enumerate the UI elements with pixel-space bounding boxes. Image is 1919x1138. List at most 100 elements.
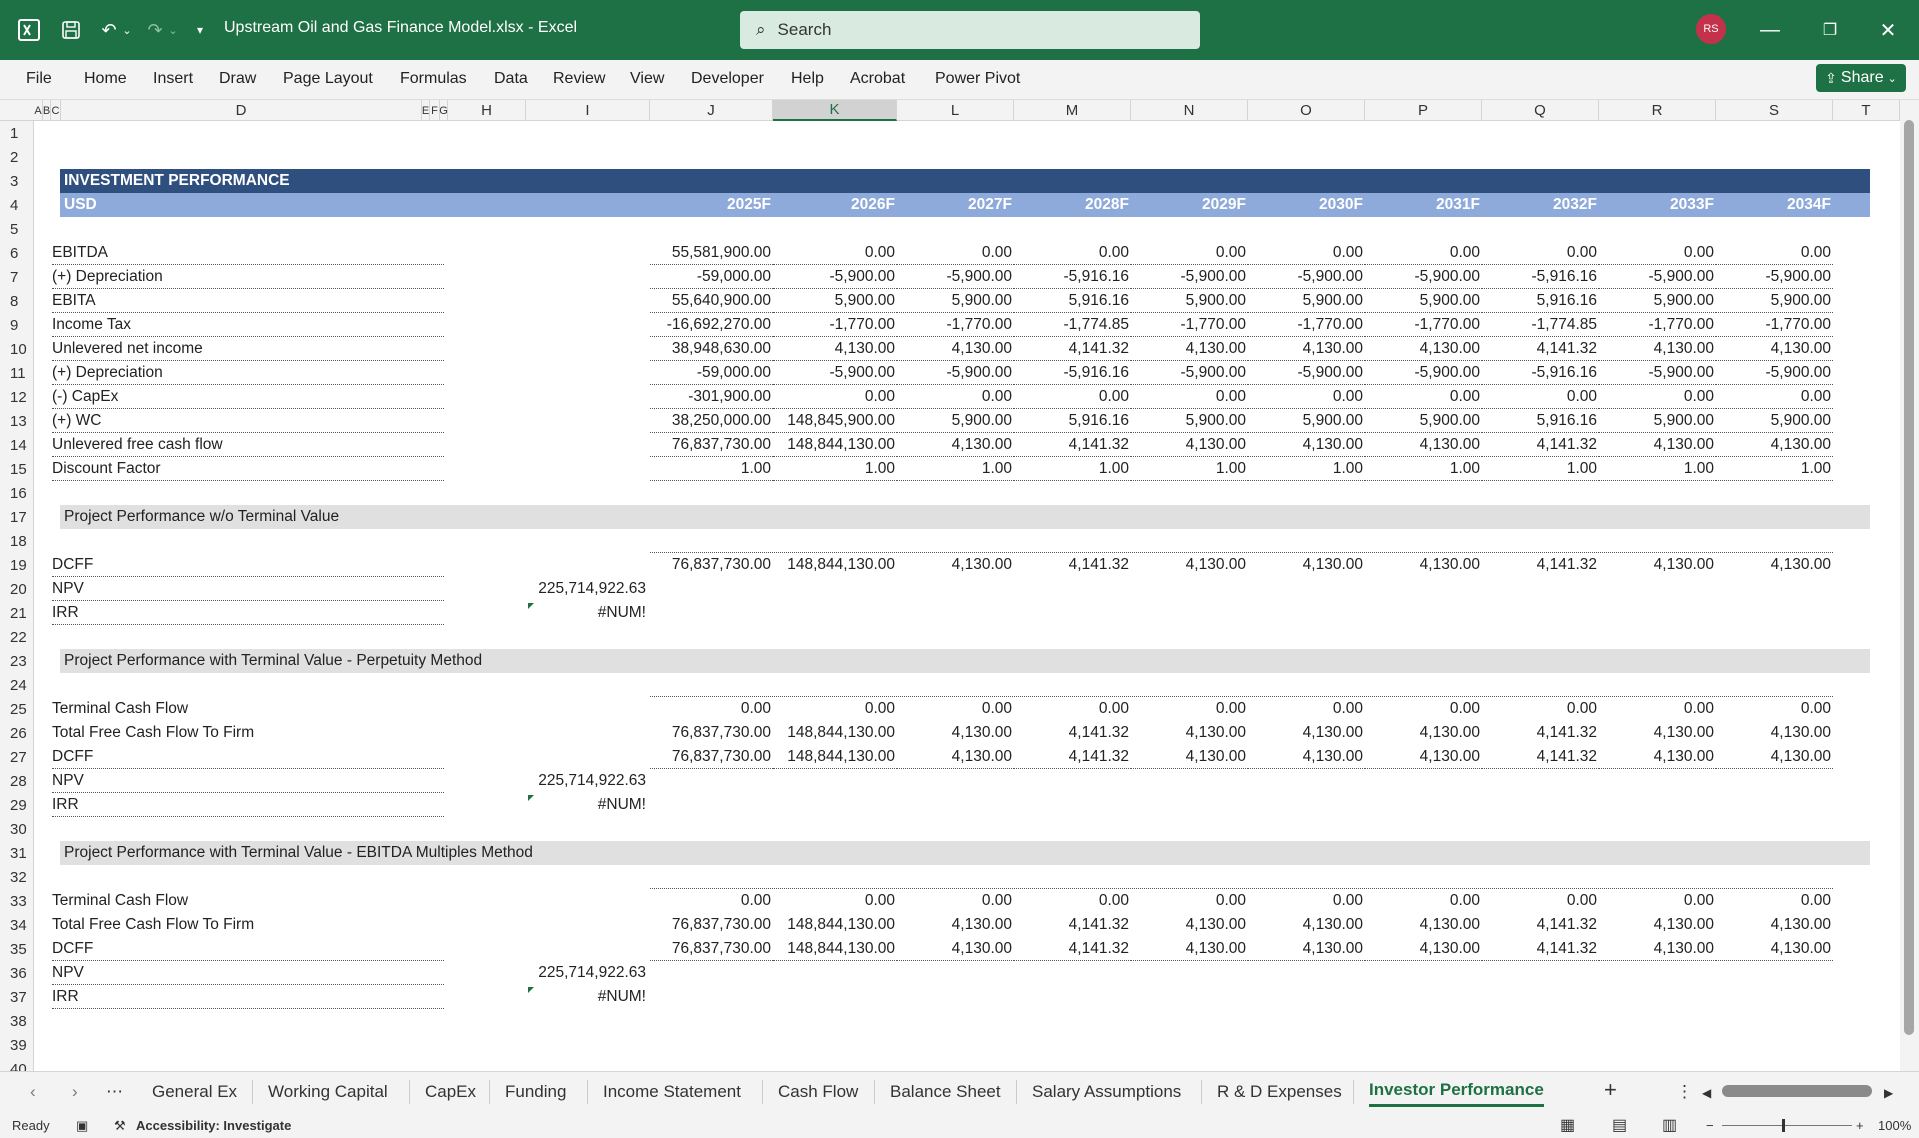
column-header-l[interactable]: L <box>897 100 1014 121</box>
year-header[interactable]: 2027F <box>897 193 1014 217</box>
ribbon-tab-developer[interactable]: Developer <box>691 70 764 88</box>
year-header[interactable]: 2028F <box>1014 193 1131 217</box>
ribbon-tab-file[interactable]: File <box>26 70 52 88</box>
value-cell[interactable]: -301,900.00 <box>650 385 773 409</box>
accessibility-status[interactable]: Accessibility: Investigate <box>136 1118 291 1133</box>
value-cell[interactable]: 5,900.00 <box>1716 289 1833 313</box>
value-cell[interactable]: 4,130.00 <box>1131 337 1248 361</box>
value-cell[interactable]: 4,130.00 <box>1716 937 1833 961</box>
row-header[interactable]: 7 <box>0 265 33 289</box>
value-cell[interactable]: 5,900.00 <box>1248 409 1365 433</box>
column-header-p[interactable]: P <box>1365 100 1482 121</box>
value-cell[interactable]: 0.00 <box>1716 385 1833 409</box>
value-cell[interactable]: 4,130.00 <box>1365 913 1482 937</box>
value-cell[interactable]: 4,130.00 <box>1599 553 1716 577</box>
row-header[interactable]: 20 <box>0 577 33 601</box>
row-label[interactable]: Income Tax <box>52 313 444 337</box>
value-cell[interactable]: -5,916.16 <box>1482 265 1599 289</box>
value-cell[interactable]: -5,900.00 <box>897 361 1014 385</box>
value-cell[interactable]: -5,900.00 <box>1599 265 1716 289</box>
ribbon-tab-draw[interactable]: Draw <box>219 70 256 88</box>
hscroll-left-icon[interactable]: ◀ <box>1702 1086 1711 1100</box>
value-cell[interactable]: 4,141.32 <box>1014 745 1131 769</box>
value-cell[interactable]: 4,130.00 <box>1131 721 1248 745</box>
value-cell[interactable]: 4,130.00 <box>897 433 1014 457</box>
value-cell[interactable]: -59,000.00 <box>650 361 773 385</box>
zoom-level[interactable]: 100% <box>1878 1118 1911 1133</box>
value-cell[interactable]: 4,130.00 <box>773 337 897 361</box>
value-cell[interactable]: 4,130.00 <box>1365 721 1482 745</box>
column-header-n[interactable]: N <box>1131 100 1248 121</box>
row-label[interactable]: Unlevered net income <box>52 337 444 361</box>
value-cell[interactable]: 1.00 <box>1365 457 1482 481</box>
value-cell[interactable]: 1.00 <box>1014 457 1131 481</box>
row-header[interactable]: 18 <box>0 529 33 553</box>
value-cell[interactable]: -5,900.00 <box>1131 361 1248 385</box>
value-cell[interactable]: 0.00 <box>773 241 897 265</box>
value-cell[interactable]: 4,130.00 <box>1248 553 1365 577</box>
column-header-d[interactable]: D <box>61 100 422 121</box>
search-box[interactable]: ⌕ Search <box>740 11 1200 49</box>
column-header-e[interactable]: E <box>422 100 430 121</box>
column-header-r[interactable]: R <box>1599 100 1716 121</box>
value-cell[interactable]: -5,916.16 <box>1014 361 1131 385</box>
sheet-tab-capex[interactable]: CapEx <box>425 1082 476 1102</box>
section-title[interactable]: Project Performance with Terminal Value … <box>64 649 482 673</box>
value-cell[interactable]: -5,900.00 <box>773 361 897 385</box>
value-cell[interactable]: 4,130.00 <box>1365 937 1482 961</box>
ribbon-tab-power-pivot[interactable]: Power Pivot <box>935 70 1020 88</box>
value-cell[interactable]: 4,130.00 <box>897 937 1014 961</box>
row-label[interactable]: IRR <box>52 601 444 625</box>
value-cell[interactable]: 0.00 <box>1482 889 1599 913</box>
value-cell[interactable]: 0.00 <box>773 697 897 721</box>
sheet-grid[interactable]: INVESTMENT PERFORMANCE USD 2025F 2026F 2027F… <box>34 121 1900 1071</box>
row-label[interactable]: Terminal Cash Flow <box>52 697 444 721</box>
value-cell[interactable]: 0.00 <box>1131 385 1248 409</box>
value-cell[interactable]: -5,900.00 <box>1365 361 1482 385</box>
tab-scroll-left-icon[interactable]: ‹ <box>30 1082 36 1102</box>
row-header[interactable]: 33 <box>0 889 33 913</box>
close-icon[interactable]: ✕ <box>1868 14 1908 46</box>
value-cell[interactable]: 4,141.32 <box>1482 913 1599 937</box>
row-header[interactable]: 12 <box>0 385 33 409</box>
row-label[interactable]: NPV <box>52 961 444 985</box>
ribbon-tab-formulas[interactable]: Formulas <box>400 70 467 88</box>
value-cell[interactable]: -1,770.00 <box>1131 313 1248 337</box>
value-cell[interactable]: 0.00 <box>1365 889 1482 913</box>
value-cell[interactable]: 4,141.32 <box>1014 913 1131 937</box>
row-header[interactable]: 13 <box>0 409 33 433</box>
row-header[interactable]: 5 <box>0 217 33 241</box>
value-cell[interactable]: -5,916.16 <box>1014 265 1131 289</box>
ribbon-tab-help[interactable]: Help <box>791 70 824 88</box>
row-header[interactable]: 3 <box>0 169 33 193</box>
value-cell[interactable]: 38,250,000.00 <box>650 409 773 433</box>
row-header[interactable]: 31 <box>0 841 33 865</box>
value-cell[interactable]: 148,844,130.00 <box>773 553 897 577</box>
value-cell[interactable]: 76,837,730.00 <box>650 721 773 745</box>
value-cell[interactable]: 1.00 <box>1482 457 1599 481</box>
column-header-b[interactable]: B <box>43 100 51 121</box>
column-header-t[interactable]: T <box>1833 100 1900 121</box>
npv-value[interactable]: 225,714,922.63 <box>526 769 648 793</box>
vertical-scroll-thumb[interactable] <box>1904 120 1914 1035</box>
value-cell[interactable]: 0.00 <box>1482 241 1599 265</box>
value-cell[interactable]: 4,130.00 <box>1248 721 1365 745</box>
value-cell[interactable]: -1,774.85 <box>1482 313 1599 337</box>
sheet-tab-general-ex[interactable]: General Ex <box>152 1082 237 1102</box>
column-header-s[interactable]: S <box>1716 100 1833 121</box>
value-cell[interactable]: 1.00 <box>1716 457 1833 481</box>
value-cell[interactable]: 4,141.32 <box>1482 721 1599 745</box>
currency-label[interactable]: USD <box>64 193 97 217</box>
value-cell[interactable]: 0.00 <box>1365 385 1482 409</box>
irr-value[interactable]: #NUM! <box>526 793 648 817</box>
value-cell[interactable]: 0.00 <box>1131 889 1248 913</box>
irr-value[interactable]: #NUM! <box>526 601 648 625</box>
value-cell[interactable]: -1,774.85 <box>1014 313 1131 337</box>
row-label[interactable]: IRR <box>52 793 444 817</box>
row-header[interactable]: 2 <box>0 145 33 169</box>
value-cell[interactable]: -1,770.00 <box>773 313 897 337</box>
value-cell[interactable]: 4,141.32 <box>1014 553 1131 577</box>
value-cell[interactable]: 5,900.00 <box>1131 409 1248 433</box>
value-cell[interactable]: -5,900.00 <box>1599 361 1716 385</box>
ribbon-tab-view[interactable]: View <box>630 70 664 88</box>
